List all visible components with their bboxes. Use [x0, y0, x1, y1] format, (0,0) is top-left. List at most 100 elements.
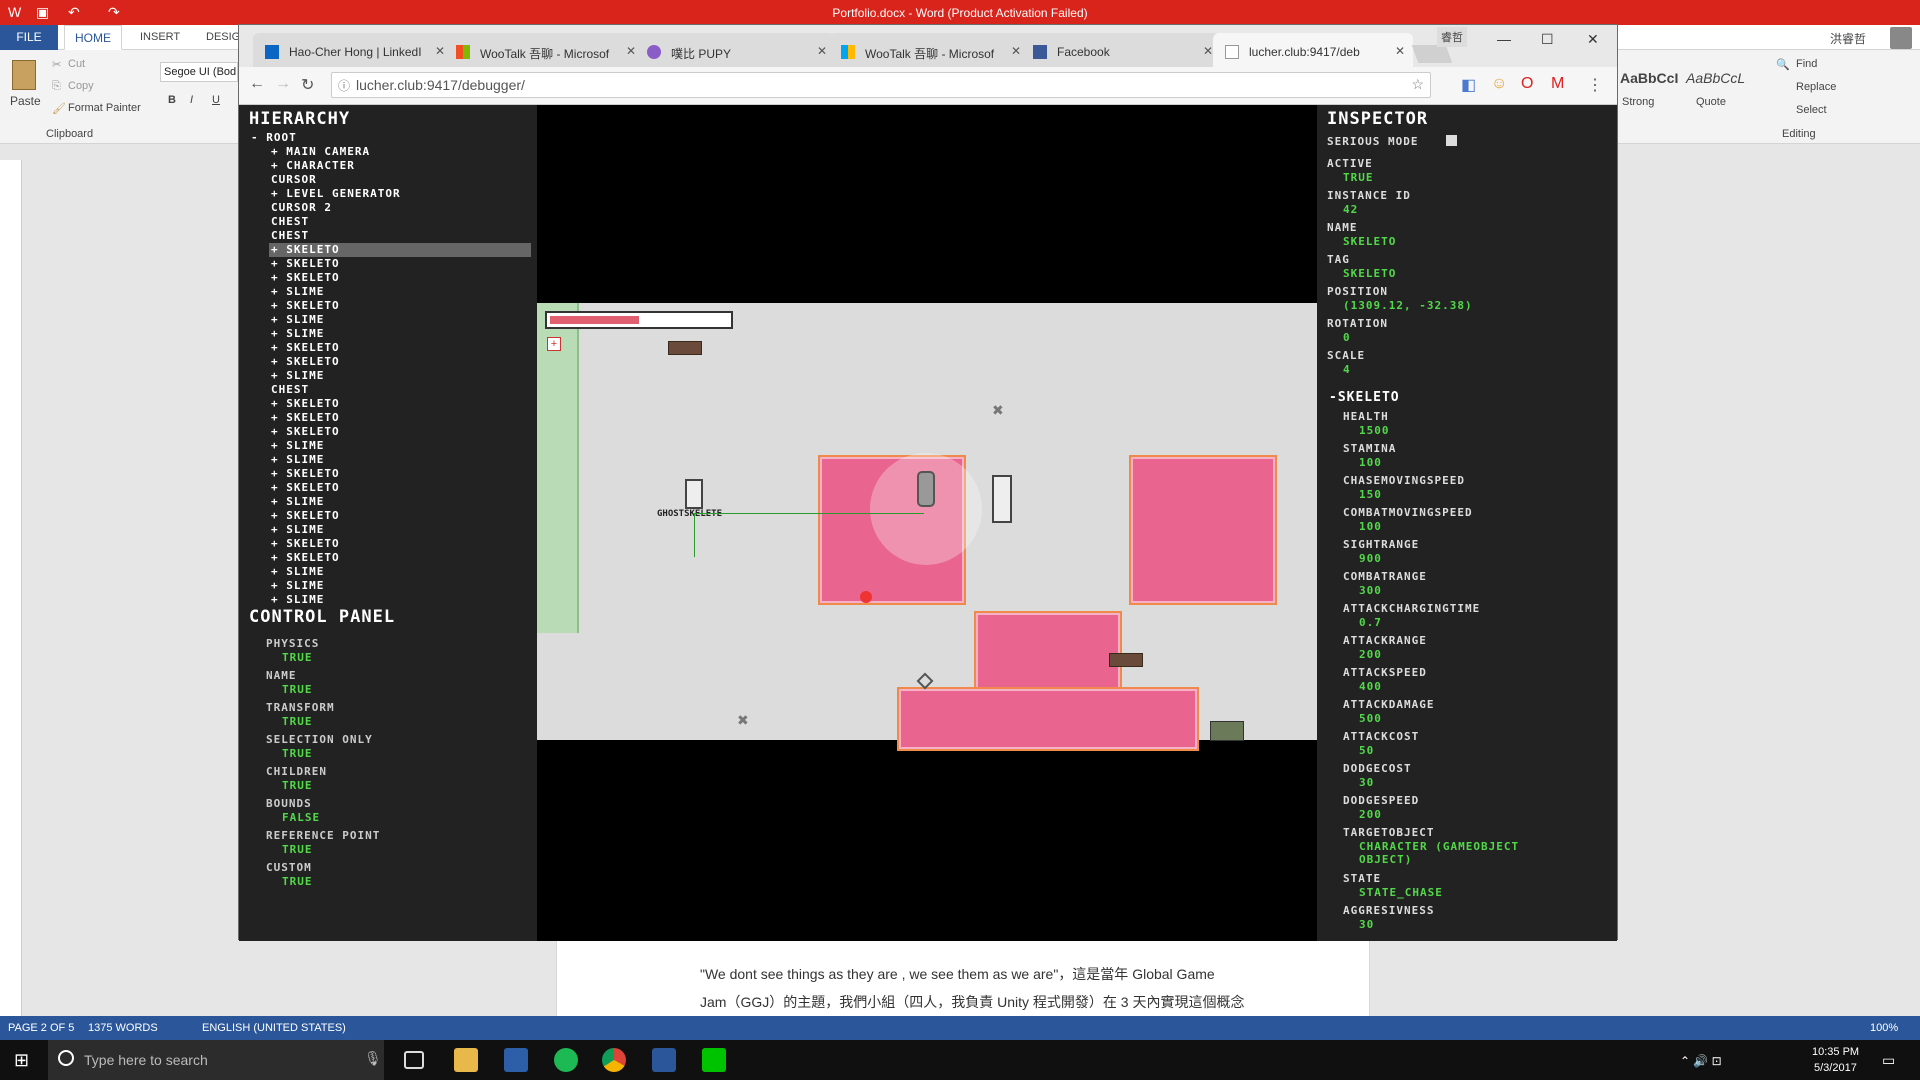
file-explorer-icon[interactable] [454, 1048, 478, 1072]
word-count[interactable]: 1375 WORDS [88, 1022, 158, 1034]
italic-button[interactable]: I [190, 94, 193, 106]
character-sprite[interactable] [917, 471, 935, 507]
avatar[interactable] [1890, 27, 1912, 49]
tab-pupy[interactable]: 噗比 PUPY ✕ [635, 33, 835, 67]
hierarchy-item[interactable]: + Slime [271, 313, 324, 327]
close-tab-icon[interactable]: ✕ [1395, 44, 1405, 58]
hierarchy-item[interactable]: + Main Camera [271, 145, 370, 159]
component-field-value[interactable]: 300 [1359, 584, 1579, 597]
microphone-icon[interactable]: 🎙 [364, 1050, 382, 1067]
hierarchy-item[interactable]: Chest [271, 215, 309, 229]
bookmark-star-icon[interactable]: ☆ [1411, 76, 1424, 93]
component-field-value[interactable]: STATE_CHASE [1359, 886, 1579, 899]
emoji-extension-icon[interactable]: ☺ [1491, 75, 1507, 93]
inspector-field-value[interactable]: 4 [1343, 363, 1351, 376]
hierarchy-item[interactable]: Cursor [271, 173, 317, 187]
clock-time[interactable]: 10:35 PM [1812, 1046, 1859, 1058]
windows-start-icon[interactable]: ⊞ [14, 1050, 29, 1071]
hierarchy-item[interactable]: Chest [271, 383, 309, 397]
format-painter-button[interactable]: Format Painter [68, 102, 141, 114]
component-field-value[interactable]: 150 [1359, 488, 1579, 501]
back-icon[interactable]: ← [249, 75, 265, 93]
opera-extension-icon[interactable]: O [1521, 75, 1533, 93]
inspector-field-value[interactable]: Skeleto [1343, 235, 1396, 248]
component-header[interactable]: -Skeleto [1329, 390, 1400, 405]
hierarchy-item[interactable]: + Skeleto [269, 243, 531, 257]
tab-insert[interactable]: INSERT [140, 31, 180, 43]
translate-extension-icon[interactable]: ◧ [1461, 75, 1476, 95]
copy-button[interactable]: Copy [68, 80, 94, 92]
tab-wootalk-2[interactable]: WooTalk 吾聊 - Microsof ✕ [829, 33, 1029, 67]
inspector-field-value[interactable]: 42 [1343, 203, 1358, 216]
hierarchy-item[interactable]: + Skeleto [271, 397, 340, 411]
hierarchy-item[interactable]: + Skeleto [271, 341, 340, 355]
line-app-icon[interactable] [702, 1048, 726, 1072]
hierarchy-item[interactable]: + Slime [271, 579, 324, 593]
reload-icon[interactable]: ↻ [301, 75, 314, 95]
component-field-value[interactable]: 30 [1359, 776, 1579, 789]
inspector-field-value[interactable]: Skeleto [1343, 267, 1396, 280]
forward-icon[interactable]: → [275, 75, 291, 93]
bold-button[interactable]: B [168, 94, 176, 106]
powershell-icon[interactable] [504, 1048, 528, 1072]
page-count[interactable]: PAGE 2 OF 5 [8, 1022, 74, 1034]
doc-paragraph-line-2[interactable]: Jam（GGJ）的主題，我們小組（四人，我負責 Unity 程式開發）在 3 天… [700, 992, 1244, 1012]
serious-mode-checkbox[interactable] [1446, 135, 1457, 146]
underline-button[interactable]: U [212, 94, 220, 106]
language-indicator[interactable]: ENGLISH (UNITED STATES) [202, 1022, 346, 1034]
taskbar-search[interactable]: Type here to search 🎙 [48, 1040, 384, 1080]
hierarchy-item[interactable]: + Slime [271, 327, 324, 341]
paste-icon[interactable] [12, 60, 36, 90]
hierarchy-item[interactable]: + Character [271, 159, 355, 173]
component-field-value[interactable]: 100 [1359, 456, 1579, 469]
select-button[interactable]: Select [1796, 104, 1827, 116]
close-tab-icon[interactable]: ✕ [1203, 44, 1213, 58]
clock-date[interactable]: 5/3/2017 [1814, 1062, 1857, 1074]
cut-icon[interactable]: ✂ [52, 58, 61, 71]
doc-paragraph-line-1[interactable]: "We dont see things as they are , we see… [700, 964, 1215, 984]
hierarchy-item[interactable]: + Slime [271, 453, 324, 467]
control-option-toggle[interactable]: True [282, 875, 313, 888]
game-stage[interactable]: + GHOSTSKELETE ✖ ✖ [537, 303, 1317, 751]
replace-button[interactable]: Replace [1796, 81, 1836, 93]
hierarchy-item[interactable]: + Skeleto [271, 271, 340, 285]
word-taskbar-icon[interactable] [652, 1048, 676, 1072]
hierarchy-root[interactable]: - Root [251, 131, 297, 145]
tab-home[interactable]: HOME [64, 25, 122, 50]
minimize-icon[interactable]: — [1497, 31, 1511, 47]
inspector-field-value[interactable]: 0 [1343, 331, 1351, 344]
profile-button[interactable]: 睿哲 [1437, 27, 1467, 47]
hierarchy-item[interactable]: + Slime [271, 565, 324, 579]
component-field-value[interactable]: 900 [1359, 552, 1579, 565]
find-icon[interactable]: 🔍 [1776, 58, 1790, 71]
control-option-toggle[interactable]: True [282, 843, 313, 856]
component-field-value[interactable]: 500 [1359, 712, 1579, 725]
user-name[interactable]: 洪睿哲 [1830, 30, 1866, 47]
game-view[interactable]: + GHOSTSKELETE ✖ ✖ [537, 105, 1317, 941]
hierarchy-item[interactable]: + Slime [271, 439, 324, 453]
tab-linkedin[interactable]: Hao-Cher Hong | LinkedI ✕ [253, 33, 453, 67]
component-field-value[interactable]: 200 [1359, 648, 1579, 661]
hierarchy-item[interactable]: + Slime [271, 495, 324, 509]
tab-facebook[interactable]: Facebook ✕ [1021, 33, 1221, 67]
system-tray-icons[interactable]: ⌃ 🔊 ⊡ [1680, 1054, 1722, 1068]
component-field-value[interactable]: Character (GameObject object) [1359, 840, 1579, 866]
control-option-toggle[interactable]: True [282, 779, 313, 792]
cut-button[interactable]: Cut [68, 58, 85, 70]
control-option-toggle[interactable]: True [282, 715, 313, 728]
format-painter-icon[interactable]: 🖌 [52, 102, 66, 115]
tab-debugger[interactable]: lucher.club:9417/deb ✕ [1213, 33, 1413, 67]
component-field-value[interactable]: 1500 [1359, 424, 1579, 437]
find-button[interactable]: Find [1796, 58, 1817, 70]
notifications-icon[interactable]: ▭ [1882, 1052, 1895, 1069]
paste-button[interactable]: Paste [10, 94, 41, 108]
hierarchy-item[interactable]: Cursor 2 [271, 201, 332, 215]
hierarchy-item[interactable]: + Skeleto [271, 257, 340, 271]
component-field-value[interactable]: 200 [1359, 808, 1579, 821]
hierarchy-item[interactable]: + Slime [271, 593, 324, 603]
control-option-toggle[interactable]: True [282, 651, 313, 664]
style-quote-sample[interactable]: AaBbCcL [1686, 70, 1745, 86]
tab-design[interactable]: DESIG [206, 31, 240, 43]
chrome-menu-icon[interactable]: ⋮ [1587, 75, 1603, 95]
control-option-toggle[interactable]: False [282, 811, 320, 824]
